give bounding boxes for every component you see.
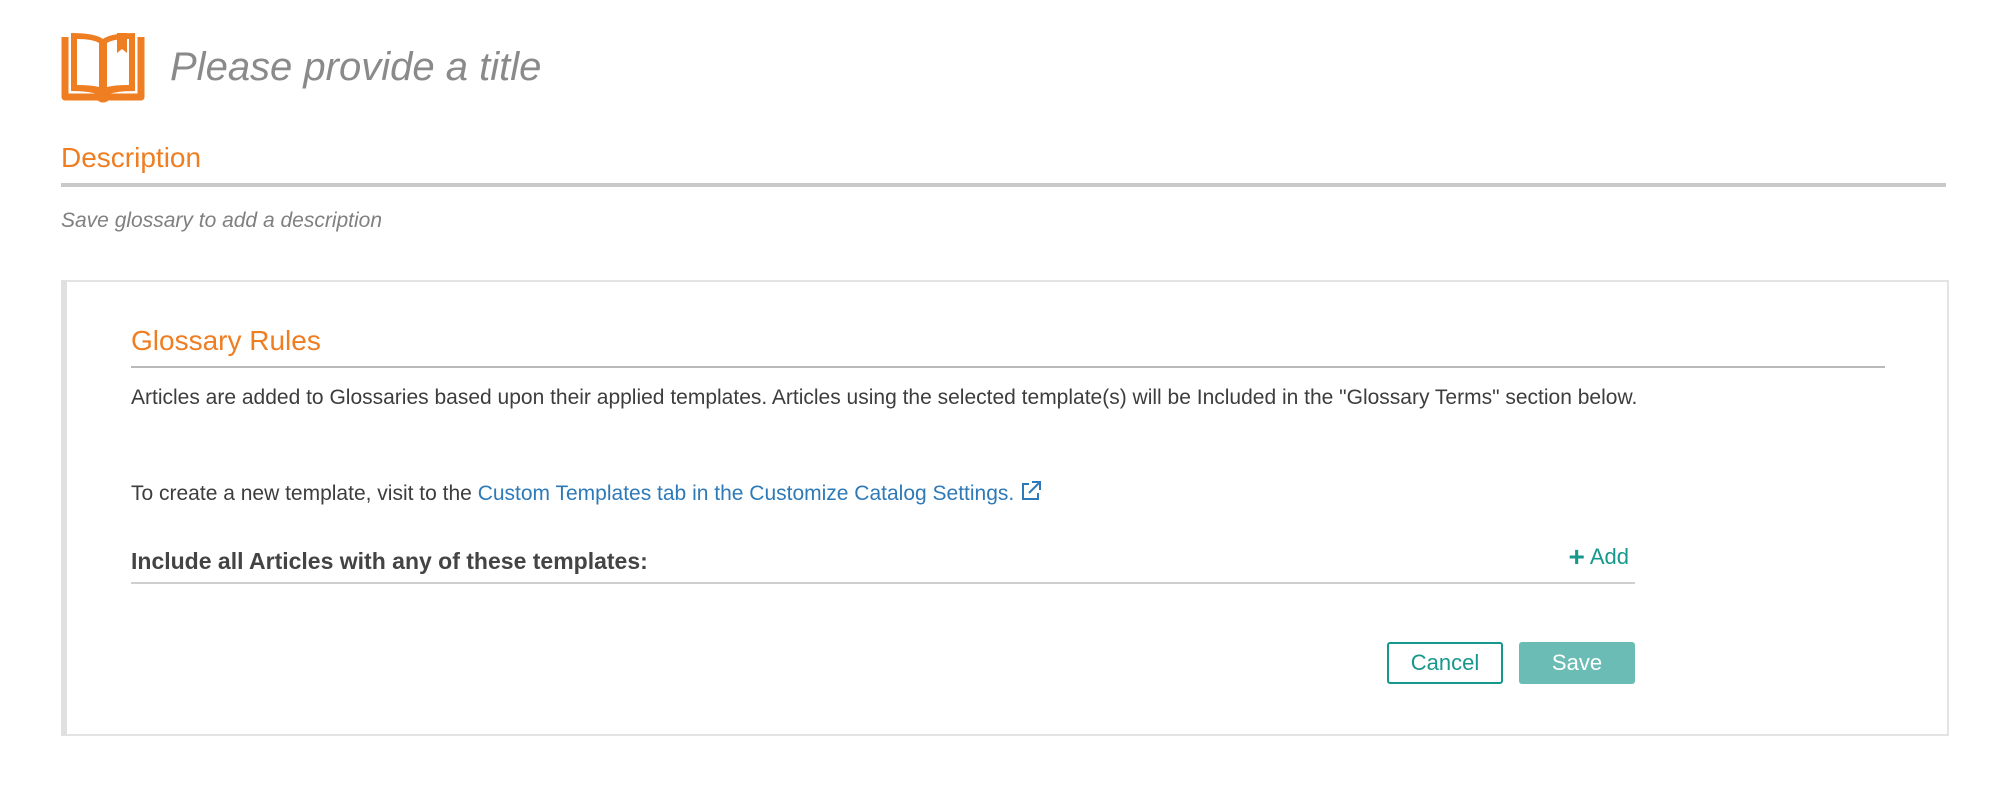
cancel-button[interactable]: Cancel: [1387, 642, 1503, 684]
glossary-rules-panel: Glossary Rules Articles are added to Glo…: [61, 280, 1949, 736]
book-icon: [61, 29, 145, 105]
save-button[interactable]: Save: [1519, 642, 1635, 684]
description-placeholder-text: Save glossary to add a description: [61, 209, 383, 232]
glossary-rules-description: Articles are added to Glossaries based u…: [131, 386, 1638, 409]
templates-label: Include all Articles with any of these t…: [131, 548, 648, 574]
custom-templates-hint-text: To create a new template, visit to the: [131, 482, 478, 505]
glossary-header: [61, 0, 1933, 134]
custom-templates-hint: To create a new template, visit to the C…: [131, 478, 1042, 510]
add-template-label: Add: [1589, 544, 1629, 569]
glossary-editor: Description Save glossary to add a descr…: [0, 0, 1994, 812]
add-template-button[interactable]: + Add: [1568, 541, 1629, 572]
title-input[interactable]: [170, 39, 1070, 95]
custom-templates-link-text: Custom Templates tab in the Customize Ca…: [477, 482, 1015, 505]
external-link-icon: [1020, 480, 1042, 502]
glossary-rules-heading: Glossary Rules: [131, 324, 1885, 368]
custom-templates-link[interactable]: Custom Templates tab in the Customize Ca…: [477, 480, 1043, 505]
description-heading: Description: [61, 140, 1946, 187]
plus-icon: +: [1568, 541, 1585, 572]
templates-row: Include all Articles with any of these t…: [131, 538, 1635, 584]
